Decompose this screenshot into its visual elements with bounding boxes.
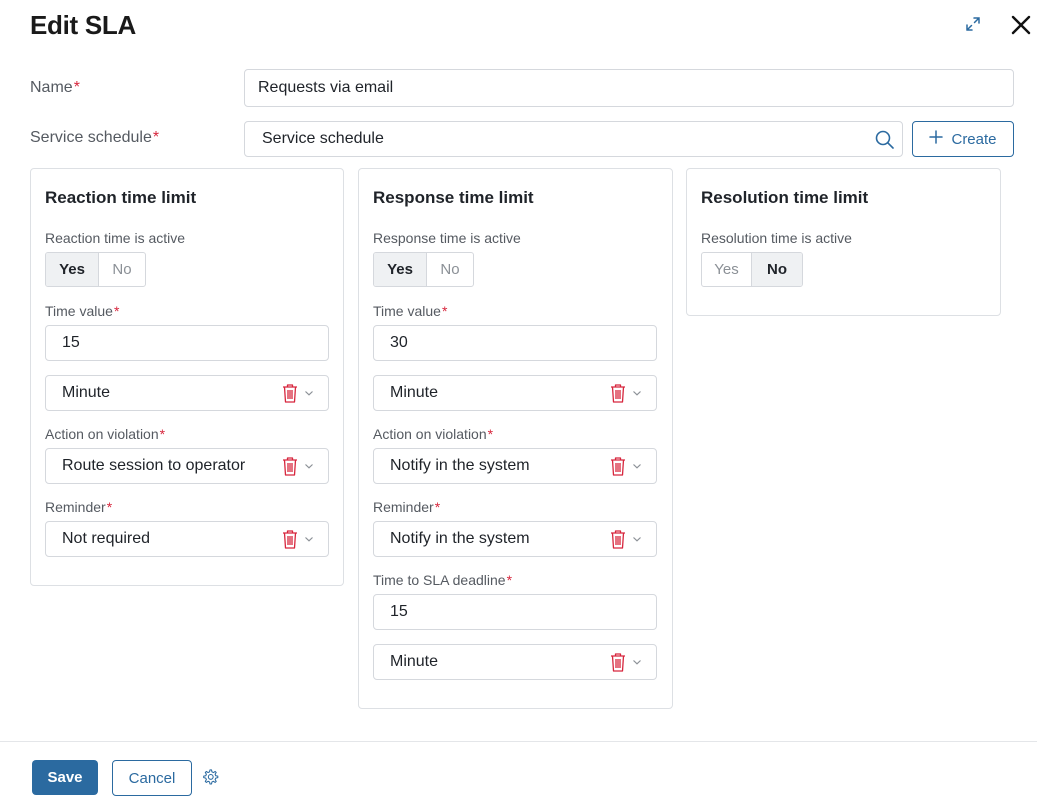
- create-label: Create: [951, 130, 997, 148]
- response-title: Response time limit: [373, 188, 534, 207]
- save-button[interactable]: Save: [32, 760, 98, 795]
- toggle-yes[interactable]: Yes: [702, 253, 752, 286]
- create-button[interactable]: Create: [912, 121, 1014, 157]
- required-mark: *: [441, 303, 448, 319]
- service-schedule-value: Service schedule: [262, 130, 384, 147]
- response-active-label: Response time is active: [373, 230, 521, 246]
- required-mark: *: [106, 499, 113, 515]
- service-schedule-input[interactable]: Service schedule: [244, 121, 903, 157]
- toggle-no[interactable]: No: [99, 253, 145, 286]
- page-title: Edit SLA: [30, 10, 136, 40]
- response-action-label: Action on violation*: [373, 426, 494, 442]
- reaction-action-value: Route session to operator: [62, 457, 246, 474]
- resolution-panel: Resolution time limit Resolution time is…: [686, 168, 1001, 316]
- reaction-active-label: Reaction time is active: [45, 230, 186, 246]
- chevron-down-icon[interactable]: [632, 389, 642, 397]
- response-reminder-select[interactable]: Notify in the system: [373, 521, 657, 557]
- name-label: Name*: [30, 79, 80, 96]
- response-action-select[interactable]: Notify in the system: [373, 448, 657, 484]
- reaction-time-label: Time value*: [45, 303, 120, 319]
- reaction-unit-select[interactable]: Minute: [45, 375, 329, 411]
- resolution-active-label: Resolution time is active: [701, 230, 852, 246]
- resolution-active-toggle: Yes No: [701, 252, 803, 287]
- required-mark: *: [152, 129, 160, 146]
- reaction-time-input[interactable]: 15: [45, 325, 329, 361]
- reaction-reminder-value: Not required: [62, 530, 151, 547]
- trash-icon[interactable]: [609, 652, 627, 672]
- footer-divider: [0, 741, 1037, 742]
- trash-icon[interactable]: [281, 383, 299, 403]
- trash-icon[interactable]: [609, 383, 627, 403]
- toggle-yes[interactable]: Yes: [46, 253, 99, 286]
- reaction-active-toggle: Yes No: [45, 252, 146, 287]
- trash-icon[interactable]: [609, 529, 627, 549]
- reaction-reminder-select[interactable]: Not required: [45, 521, 329, 557]
- reaction-action-select[interactable]: Route session to operator: [45, 448, 329, 484]
- reaction-title: Reaction time limit: [45, 188, 197, 207]
- response-deadline-input[interactable]: 15: [373, 594, 657, 630]
- required-mark: *: [159, 426, 166, 442]
- required-mark: *: [73, 79, 80, 96]
- service-schedule-label: Service schedule*: [30, 129, 160, 146]
- response-panel: Response time limit Response time is act…: [358, 168, 673, 709]
- required-mark: *: [434, 499, 441, 515]
- response-time-input[interactable]: 30: [373, 325, 657, 361]
- resolution-title: Resolution time limit: [701, 188, 869, 207]
- chevron-down-icon[interactable]: [632, 658, 642, 666]
- required-mark: *: [487, 426, 494, 442]
- plus-icon: [929, 130, 944, 148]
- trash-icon[interactable]: [281, 529, 299, 549]
- response-deadline-unit-value: Minute: [390, 653, 439, 670]
- chevron-down-icon[interactable]: [632, 535, 642, 543]
- toggle-no[interactable]: No: [752, 253, 802, 286]
- response-reminder-value: Notify in the system: [390, 530, 530, 547]
- reaction-unit-value: Minute: [62, 384, 111, 401]
- chevron-down-icon[interactable]: [304, 389, 314, 397]
- trash-icon[interactable]: [609, 456, 627, 476]
- expand-icon[interactable]: [963, 14, 983, 34]
- response-time-label: Time value*: [373, 303, 448, 319]
- response-action-value: Notify in the system: [390, 457, 530, 474]
- response-deadline-unit-select[interactable]: Minute: [373, 644, 657, 680]
- name-input[interactable]: Requests via email: [244, 69, 1014, 107]
- chevron-down-icon[interactable]: [304, 462, 314, 470]
- toggle-yes[interactable]: Yes: [374, 253, 427, 286]
- gear-icon[interactable]: [201, 768, 219, 786]
- chevron-down-icon[interactable]: [632, 462, 642, 470]
- response-active-toggle: Yes No: [373, 252, 474, 287]
- search-icon[interactable]: [874, 129, 896, 151]
- close-icon[interactable]: [1010, 13, 1032, 37]
- response-unit-value: Minute: [390, 384, 439, 401]
- cancel-button[interactable]: Cancel: [112, 760, 192, 796]
- reaction-reminder-label: Reminder*: [45, 499, 113, 515]
- reaction-action-label: Action on violation*: [45, 426, 166, 442]
- trash-icon[interactable]: [281, 456, 299, 476]
- reaction-panel: Reaction time limit Reaction time is act…: [30, 168, 344, 586]
- chevron-down-icon[interactable]: [304, 535, 314, 543]
- toggle-no[interactable]: No: [427, 253, 473, 286]
- response-unit-select[interactable]: Minute: [373, 375, 657, 411]
- response-deadline-label: Time to SLA deadline*: [373, 572, 513, 588]
- response-reminder-label: Reminder*: [373, 499, 441, 515]
- required-mark: *: [506, 572, 513, 588]
- required-mark: *: [113, 303, 120, 319]
